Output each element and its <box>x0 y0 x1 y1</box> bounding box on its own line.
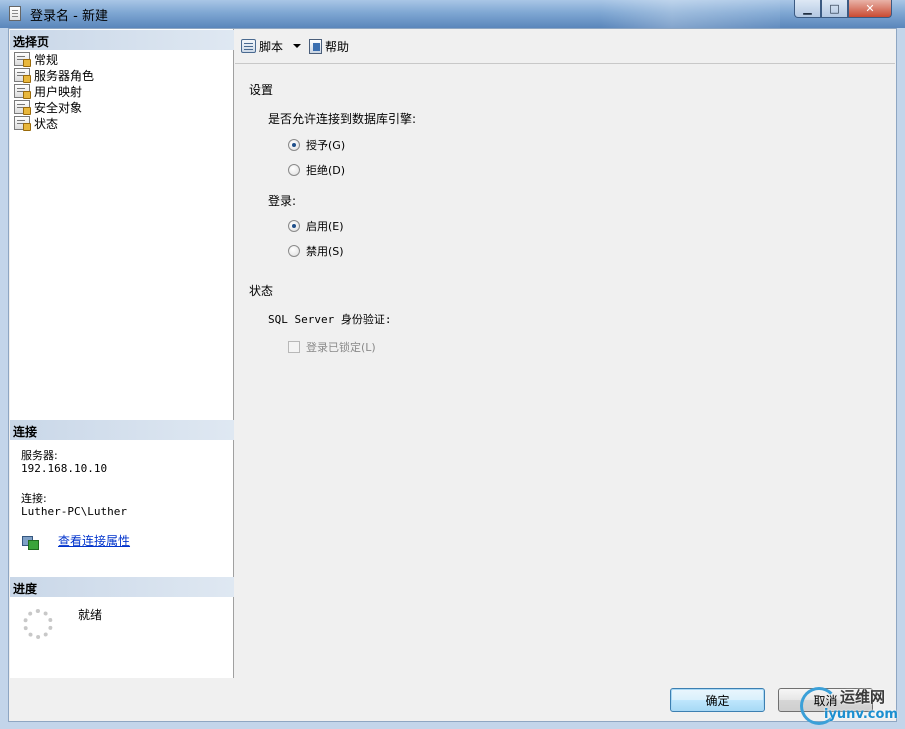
page-item-label: 安全对象 <box>34 100 83 115</box>
status-section-title: 状态 <box>249 284 274 298</box>
enable-label: 启用(E) <box>306 220 344 233</box>
left-panel: 选择页 常规 服务器角色 用户映射 安全对象 状态 连接 服务器: 192.16… <box>10 29 234 678</box>
page-item-label: 常规 <box>34 52 59 67</box>
enable-radio[interactable]: 启用(E) <box>288 218 344 234</box>
page-item-label: 用户映射 <box>34 84 83 99</box>
ok-button[interactable]: 确定 <box>670 688 765 712</box>
login-locked-label: 登录已锁定(L) <box>306 341 376 354</box>
progress-spinner-icon <box>23 609 53 639</box>
settings-section-title: 设置 <box>249 83 274 97</box>
permission-question: 是否允许连接到数据库引擎: <box>268 112 417 126</box>
page-properties-icon <box>14 68 31 83</box>
connection-properties-icon <box>22 534 39 550</box>
help-label: 帮助 <box>325 39 350 54</box>
help-button[interactable]: 帮助 <box>309 38 349 55</box>
connection-header: 连接 <box>10 420 234 440</box>
login-label: 登录: <box>268 194 297 208</box>
page-properties-icon <box>14 52 31 67</box>
progress-header: 进度 <box>10 577 234 597</box>
disable-label: 禁用(S) <box>306 245 344 258</box>
title-bar-glow <box>600 0 780 28</box>
server-value: 192.168.10.10 <box>21 462 108 475</box>
deny-label: 拒绝(D) <box>306 164 346 177</box>
page-item-user-mapping[interactable]: 用户映射 <box>14 83 82 99</box>
window-title: 登录名 - 新建 <box>30 9 108 24</box>
disable-radio-indicator[interactable] <box>288 245 300 257</box>
page-properties-icon <box>14 84 31 99</box>
server-label: 服务器: <box>21 449 58 462</box>
title-bar[interactable]: 登录名 - 新建 ▁ □ ✕ <box>0 0 905 28</box>
page-item-general[interactable]: 常规 <box>14 51 58 67</box>
view-connection-properties-link[interactable]: 查看连接属性 <box>58 532 130 549</box>
toolbar: 脚本 帮助 <box>235 29 895 64</box>
deny-radio[interactable]: 拒绝(D) <box>288 162 345 178</box>
status-page-content: 设置 是否允许连接到数据库引擎: 授予(G) 拒绝(D) 登录: 启用(E) 禁… <box>235 65 895 678</box>
progress-status: 就绪 <box>78 608 103 622</box>
script-label: 脚本 <box>259 39 284 54</box>
page-item-server-roles[interactable]: 服务器角色 <box>14 67 94 83</box>
grant-label: 授予(G) <box>306 139 346 152</box>
connection-value: Luther-PC\Luther <box>21 505 127 518</box>
deny-radio-indicator[interactable] <box>288 164 300 176</box>
page-item-securables[interactable]: 安全对象 <box>14 99 82 115</box>
select-page-header: 选择页 <box>10 30 234 50</box>
login-locked-checkbox-box[interactable] <box>288 341 300 353</box>
page-item-label: 状态 <box>34 116 59 131</box>
page-item-label: 服务器角色 <box>34 68 95 83</box>
page-properties-icon <box>14 116 31 131</box>
watermark: 运维网 iyunv.com <box>800 683 900 727</box>
page-item-status[interactable]: 状态 <box>14 115 58 131</box>
watermark-title: 运维网 <box>840 688 886 706</box>
page-properties-icon <box>14 100 31 115</box>
sql-auth-label: SQL Server 身份验证: <box>268 313 392 326</box>
enable-radio-indicator[interactable] <box>288 220 300 232</box>
script-icon <box>241 39 256 53</box>
grant-radio[interactable]: 授予(G) <box>288 137 345 153</box>
close-button[interactable]: ✕ <box>848 0 892 18</box>
maximize-button[interactable]: □ <box>821 0 848 18</box>
watermark-url: iyunv.com <box>824 707 898 722</box>
disable-radio[interactable]: 禁用(S) <box>288 243 344 259</box>
connection-label: 连接: <box>21 492 47 505</box>
view-connection-properties[interactable]: 查看连接属性 <box>22 532 130 550</box>
login-locked-checkbox[interactable]: 登录已锁定(L) <box>288 339 376 355</box>
script-button[interactable]: 脚本 <box>241 38 283 55</box>
script-dropdown-arrow-icon[interactable] <box>293 44 302 48</box>
grant-radio-indicator[interactable] <box>288 139 300 151</box>
document-icon <box>9 6 21 21</box>
minimize-button[interactable]: ▁ <box>794 0 821 18</box>
help-icon <box>309 38 323 54</box>
